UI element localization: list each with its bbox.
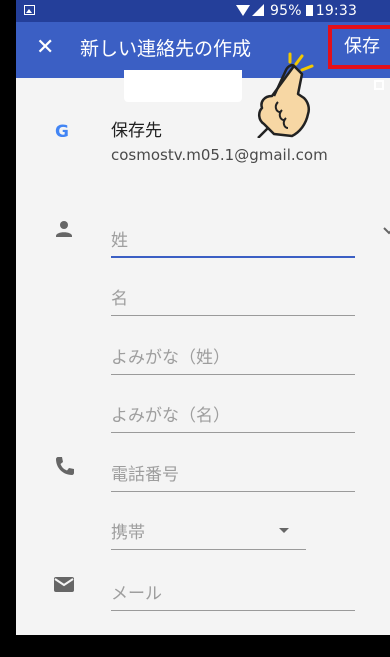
wifi-icon <box>236 5 250 16</box>
last-name-field[interactable]: 姓 <box>111 218 355 258</box>
email-type-select[interactable]: 自宅 <box>111 625 306 648</box>
phone-type-value: 携帯 <box>111 523 145 543</box>
close-icon[interactable]: ✕ <box>36 36 54 60</box>
phonetic-last-name-field[interactable]: よみがな（姓） <box>111 335 355 375</box>
dropdown-arrow-icon <box>279 643 289 648</box>
phonetic-first-name-field[interactable]: よみがな（名） <box>111 393 355 433</box>
phone-screen: 95% 19:33 ✕ 新しい連絡先の作成 保存 G 保存先 cosmostv.m… <box>0 0 390 657</box>
phone-placeholder: 電話番号 <box>111 465 179 485</box>
camera-icon[interactable] <box>374 80 384 90</box>
email-placeholder: メール <box>111 584 162 604</box>
select-underline <box>111 549 306 550</box>
clock: 19:33 <box>315 3 358 19</box>
status-bar: 95% 19:33 <box>16 0 390 22</box>
battery-percent: 95% <box>270 3 302 19</box>
save-button[interactable]: 保存 <box>328 25 390 69</box>
dropdown-arrow-icon <box>279 528 289 533</box>
phonetic-last-placeholder: よみがな（姓） <box>111 348 230 368</box>
first-name-field[interactable]: 名 <box>111 276 355 316</box>
phone-icon <box>56 457 74 475</box>
field-underline <box>111 315 355 316</box>
field-underline <box>111 256 355 258</box>
signal-icon <box>252 4 264 16</box>
battery-icon <box>305 5 313 16</box>
contact-photo-area[interactable] <box>124 70 242 102</box>
first-name-placeholder: 名 <box>111 289 128 309</box>
email-type-value: 自宅 <box>111 633 145 635</box>
save-to-label: 保存先 <box>111 121 162 141</box>
email-field[interactable]: メール <box>111 571 355 611</box>
person-icon <box>56 221 72 237</box>
phone-type-select[interactable]: 携帯 <box>111 510 306 550</box>
chevron-down-icon[interactable] <box>383 227 390 235</box>
field-underline <box>111 491 355 492</box>
image-notification-icon <box>24 5 35 15</box>
page-title: 新しい連絡先の作成 <box>80 38 252 60</box>
field-underline <box>111 610 355 611</box>
status-right: 95% 19:33 <box>236 3 357 19</box>
google-icon: G <box>55 122 69 142</box>
phone-field[interactable]: 電話番号 <box>111 452 355 492</box>
pointing-hand-icon <box>257 52 314 138</box>
phonetic-first-placeholder: よみがな（名） <box>111 406 230 426</box>
account-email[interactable]: cosmostv.m05.1@gmail.com <box>111 146 328 164</box>
field-underline <box>111 374 355 375</box>
field-underline <box>111 432 355 433</box>
email-icon <box>54 577 74 592</box>
last-name-placeholder: 姓 <box>111 231 128 251</box>
